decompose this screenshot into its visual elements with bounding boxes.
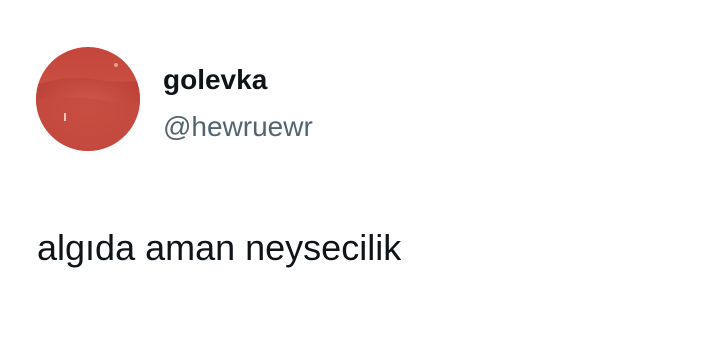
author-display-name[interactable]: golevka: [163, 63, 267, 97]
tweet-text: algıda aman neysecilik: [37, 227, 402, 268]
author-handle[interactable]: @hewruewr: [163, 110, 313, 144]
avatar[interactable]: [36, 47, 140, 151]
avatar-image: [36, 47, 140, 151]
tweet-card: golevka @hewruewr algıda aman neysecilik: [0, 0, 714, 357]
